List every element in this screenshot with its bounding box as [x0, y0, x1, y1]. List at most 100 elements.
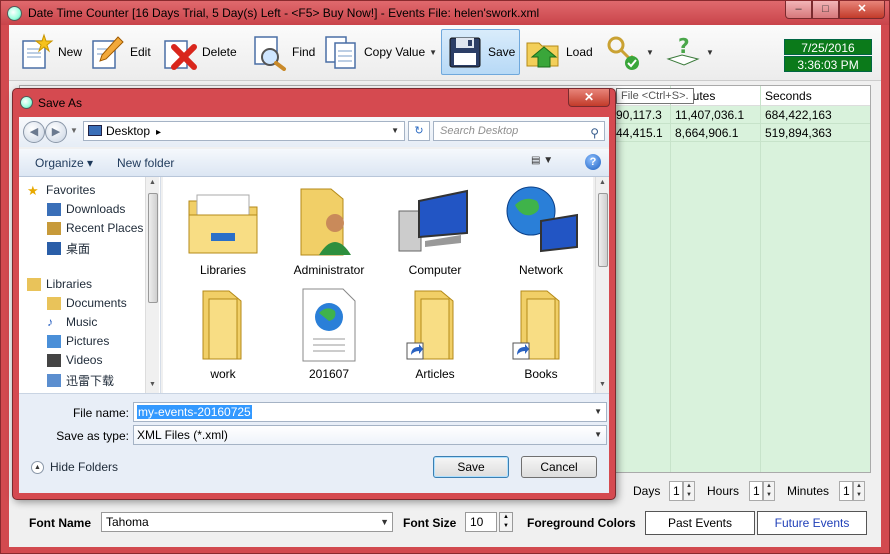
- new-folder-button[interactable]: New folder: [117, 156, 174, 170]
- past-events-button[interactable]: Past Events: [645, 511, 755, 535]
- file-name: Books: [524, 367, 558, 381]
- toolbar: New Edit Delete Find Copy Value ▼ Save L…: [9, 25, 881, 81]
- main-titlebar: Date Time Counter [16 Days Trial, 5 Day(…: [1, 1, 889, 25]
- refresh-button[interactable]: ↻: [408, 121, 430, 141]
- file-item-201607[interactable]: 201607: [281, 285, 377, 381]
- dialog-close-button[interactable]: ✕: [568, 89, 610, 107]
- nav-downloads[interactable]: Downloads: [47, 202, 125, 216]
- nav-libraries[interactable]: Libraries: [27, 277, 92, 291]
- save-as-type-select[interactable]: XML Files (*.xml) ▼: [133, 425, 607, 445]
- folder-shortcut-icon: [512, 290, 560, 360]
- load-folder-icon: [526, 42, 559, 68]
- edit-pencil-icon: [92, 36, 124, 69]
- hours-spinner-input[interactable]: 1: [749, 481, 763, 501]
- nav-music[interactable]: ♪ Music: [47, 315, 97, 329]
- minimize-button[interactable]: –: [785, 1, 812, 19]
- nav-favorites[interactable]: ★ Favorites: [27, 183, 95, 197]
- future-events-button[interactable]: Future Events: [757, 511, 867, 535]
- minutes-spinner-input[interactable]: 1: [839, 481, 853, 501]
- file-item-network[interactable]: Network: [493, 181, 589, 277]
- nav-desktop[interactable]: 桌面: [47, 240, 90, 257]
- key-button[interactable]: ▼: [599, 29, 659, 75]
- nav-favorites-label: Favorites: [46, 183, 96, 197]
- nav-downloads-label: Downloads: [66, 202, 126, 216]
- maximize-button[interactable]: □: [812, 1, 839, 19]
- time-display: 3:36:03 PM: [784, 56, 872, 72]
- breadcrumb-chevron-icon[interactable]: ▸: [156, 127, 161, 138]
- forward-button[interactable]: ▶: [45, 121, 67, 143]
- find-label: Find: [292, 45, 316, 59]
- scroll-up-icon[interactable]: ▲: [149, 179, 156, 186]
- minutes-spinner-arrows[interactable]: ▲ ▼: [853, 481, 865, 501]
- file-name: Network: [518, 263, 563, 277]
- delete-button[interactable]: Delete: [155, 29, 242, 75]
- file-item-books[interactable]: Books: [493, 285, 589, 381]
- foreground-colors-label: Foreground Colors: [527, 516, 636, 530]
- address-path: Desktop: [106, 124, 151, 138]
- nav-pane-scrollbar[interactable]: ▲ ▼: [145, 177, 159, 393]
- column-header-seconds[interactable]: Seconds: [765, 89, 812, 103]
- font-size-input[interactable]: 10: [465, 512, 497, 532]
- file-item-work[interactable]: work: [175, 285, 271, 381]
- close-button[interactable]: ✕: [839, 1, 885, 19]
- organize-button[interactable]: Organize ▾: [35, 156, 93, 170]
- recent-locations-dropdown-icon[interactable]: ▼: [70, 126, 78, 135]
- dialog-client: ◀ ▶ ▼ Desktop ▸ ▼ ↻ Search Desktop ⚲ Orga…: [19, 117, 609, 493]
- file-name-input[interactable]: my-events-20160725 ▼: [133, 402, 607, 422]
- file-item-administrator[interactable]: Administrator: [281, 181, 377, 277]
- save-button[interactable]: Save: [441, 29, 521, 75]
- days-spinner-input[interactable]: 1: [669, 481, 683, 501]
- key-dropdown-icon: ▼: [646, 47, 654, 57]
- edit-button[interactable]: Edit: [83, 29, 156, 75]
- minutes-label: Minutes: [787, 484, 830, 498]
- nav-libraries-label: Libraries: [46, 277, 93, 291]
- cancel-button[interactable]: Cancel: [521, 456, 597, 478]
- back-button[interactable]: ◀: [23, 121, 45, 143]
- file-name: Articles: [415, 367, 455, 381]
- font-name-select[interactable]: Tahoma ▼: [101, 512, 393, 532]
- save-as-dialog: Save As ✕ ◀ ▶ ▼ Desktop ▸ ▼ ↻ Search Desk…: [12, 88, 616, 500]
- scroll-thumb[interactable]: [148, 193, 158, 303]
- nav-documents[interactable]: Documents: [47, 296, 127, 310]
- save-dialog-button[interactable]: Save: [433, 456, 509, 478]
- file-item-computer[interactable]: Computer: [387, 181, 483, 277]
- scroll-thumb[interactable]: [598, 193, 608, 267]
- svg-text:?: ?: [678, 34, 690, 58]
- address-bar[interactable]: Desktop ▸ ▼: [83, 121, 405, 141]
- help-dropdown-icon: ▼: [706, 47, 714, 57]
- scroll-down-icon[interactable]: ▼: [149, 381, 156, 388]
- delete-x-icon: [164, 40, 197, 70]
- file-item-articles[interactable]: Articles: [387, 285, 483, 381]
- nav-videos[interactable]: Videos: [47, 353, 102, 367]
- folder-icon: [202, 290, 242, 360]
- change-view-button[interactable]: ▤ ▼: [531, 155, 559, 171]
- nav-xunlei-label: 迅雷下载: [66, 374, 115, 388]
- font-size-spinner[interactable]: ▲ ▼: [499, 512, 513, 532]
- new-button[interactable]: New: [11, 29, 87, 75]
- chevron-down-icon[interactable]: ▼: [391, 122, 399, 140]
- load-button[interactable]: Load: [519, 29, 598, 75]
- help-book-button[interactable]: ? ▼: [659, 29, 719, 75]
- nav-xunlei-download[interactable]: 迅雷下载: [47, 372, 114, 389]
- file-pane-scrollbar[interactable]: ▲ ▼: [595, 177, 609, 393]
- folder-shortcut-icon: [406, 290, 454, 360]
- file-item-libraries[interactable]: Libraries: [175, 181, 271, 277]
- dialog-titlebar[interactable]: Save As ✕: [13, 89, 615, 115]
- app-icon: [7, 6, 22, 21]
- documents-icon: [47, 296, 61, 310]
- chevron-down-icon[interactable]: ▼: [594, 403, 602, 421]
- nav-pictures[interactable]: Pictures: [47, 334, 109, 348]
- nav-recent-places[interactable]: Recent Places: [47, 221, 143, 235]
- downloads-folder-icon: [47, 202, 61, 216]
- scroll-up-icon[interactable]: ▲: [599, 179, 606, 186]
- copy-value-button[interactable]: Copy Value ▼: [317, 29, 442, 75]
- nav-pictures-label: Pictures: [66, 334, 110, 348]
- hide-folders-button[interactable]: ▲ Hide Folders: [31, 460, 118, 474]
- help-icon[interactable]: ?: [585, 154, 601, 170]
- find-button[interactable]: Find: [245, 29, 320, 75]
- days-spinner-arrows[interactable]: ▲ ▼: [683, 481, 695, 501]
- window-title: Date Time Counter [16 Days Trial, 5 Day(…: [28, 6, 540, 20]
- search-input[interactable]: Search Desktop ⚲: [433, 121, 605, 141]
- scroll-down-icon[interactable]: ▼: [599, 381, 606, 388]
- hours-spinner-arrows[interactable]: ▲ ▼: [763, 481, 775, 501]
